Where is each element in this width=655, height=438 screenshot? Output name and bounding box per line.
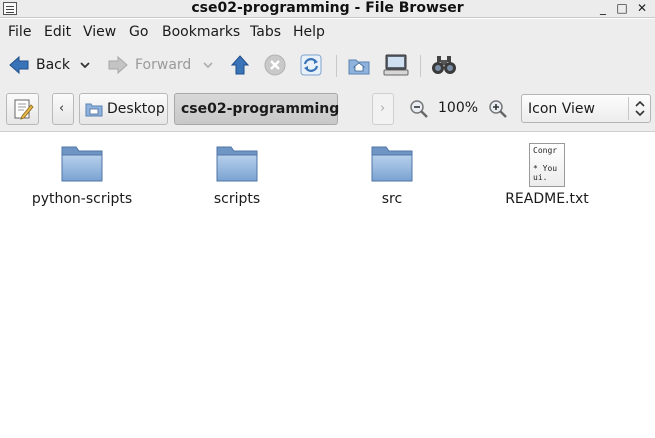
breadcrumb-scroll-right-button[interactable]: › <box>372 93 394 125</box>
chevron-left-icon: ‹ <box>59 101 65 116</box>
menu-tabs[interactable]: Tabs <box>250 24 281 40</box>
search-button[interactable] <box>431 52 457 78</box>
file-name: src <box>381 191 403 207</box>
zoom-in-button[interactable] <box>488 99 508 123</box>
computer-button[interactable] <box>383 52 409 78</box>
file-name: scripts <box>213 191 261 207</box>
file-item-src[interactable]: src <box>317 143 467 207</box>
forward-label: Forward <box>135 57 192 73</box>
file-name: python-scripts <box>31 191 133 207</box>
toolbar-separator <box>336 55 337 77</box>
home-button[interactable] <box>347 52 371 78</box>
file-name: README.txt <box>505 191 589 207</box>
forward-arrow-icon <box>108 55 128 75</box>
zoom-out-icon <box>410 100 428 118</box>
forward-button[interactable]: Forward <box>107 52 191 78</box>
chevron-right-icon: › <box>380 101 386 116</box>
menu-bookmarks[interactable]: Bookmarks <box>162 24 240 40</box>
updown-arrows-icon <box>628 97 650 120</box>
search-binoculars-icon <box>432 56 456 74</box>
menu-bar: File Edit View Go Bookmarks Tabs Help <box>0 19 655 45</box>
breadcrumb-scroll-left-button[interactable]: ‹ <box>52 93 74 125</box>
menu-help[interactable]: Help <box>293 24 325 40</box>
zoom-in-icon <box>489 100 507 118</box>
stop-icon <box>264 54 286 76</box>
maximize-button[interactable]: □ <box>615 1 629 16</box>
chevron-down-icon <box>203 62 213 69</box>
reload-icon <box>300 54 322 76</box>
toolbar-separator <box>420 55 421 77</box>
view-mode-select[interactable]: Icon View <box>521 94 651 123</box>
title-bar: cse02-programming - File Browser _ □ ✕ <box>0 0 655 18</box>
file-preview-text: Congr * You ui. <box>533 146 558 182</box>
stop-button[interactable] <box>264 52 286 78</box>
file-item-scripts[interactable]: scripts <box>162 143 312 207</box>
breadcrumb-desktop-label: Desktop <box>107 101 165 117</box>
toolbar: Back Forward <box>0 45 655 85</box>
computer-icon <box>383 54 409 76</box>
toggle-location-entry-button[interactable] <box>6 93 39 125</box>
menu-go[interactable]: Go <box>129 24 148 40</box>
home-icon <box>348 59 370 75</box>
close-button[interactable]: ✕ <box>635 1 649 16</box>
minimize-button[interactable]: _ <box>596 1 610 16</box>
menu-file[interactable]: File <box>8 24 31 40</box>
edit-location-icon <box>14 99 34 120</box>
reload-button[interactable] <box>300 52 322 78</box>
back-label: Back <box>36 57 70 73</box>
back-history-dropdown[interactable] <box>79 52 91 78</box>
up-arrow-icon <box>230 55 250 75</box>
back-button[interactable]: Back <box>8 52 70 78</box>
folder-icon <box>61 146 103 182</box>
breadcrumb-current[interactable]: cse02-programming <box>174 93 340 125</box>
up-button[interactable] <box>229 52 251 78</box>
text-file-icon: Congr * You ui. <box>529 143 565 187</box>
file-icon-view[interactable]: python-scripts scripts src Congr * You u… <box>0 133 655 438</box>
menu-edit[interactable]: Edit <box>44 24 71 40</box>
zoom-out-button[interactable] <box>409 99 429 123</box>
forward-history-dropdown[interactable] <box>202 52 214 78</box>
menu-view[interactable]: View <box>83 24 116 40</box>
folder-icon <box>216 146 258 182</box>
chevron-down-icon <box>80 62 90 69</box>
back-arrow-icon <box>9 55 29 75</box>
file-item-readme[interactable]: Congr * You ui. README.txt <box>472 143 622 207</box>
window-title: cse02-programming - File Browser <box>191 0 464 16</box>
desktop-folder-icon <box>85 103 103 117</box>
zoom-level: 100% <box>438 100 479 116</box>
breadcrumb-current-label: cse02-programming <box>181 101 340 117</box>
folder-icon <box>371 146 413 182</box>
file-item-python-scripts[interactable]: python-scripts <box>7 143 157 207</box>
location-bar: ‹ Desktop cse02-programming › 100% Icon … <box>0 85 655 132</box>
breadcrumb-desktop[interactable]: Desktop <box>79 93 168 125</box>
view-mode-value: Icon View <box>528 101 595 117</box>
